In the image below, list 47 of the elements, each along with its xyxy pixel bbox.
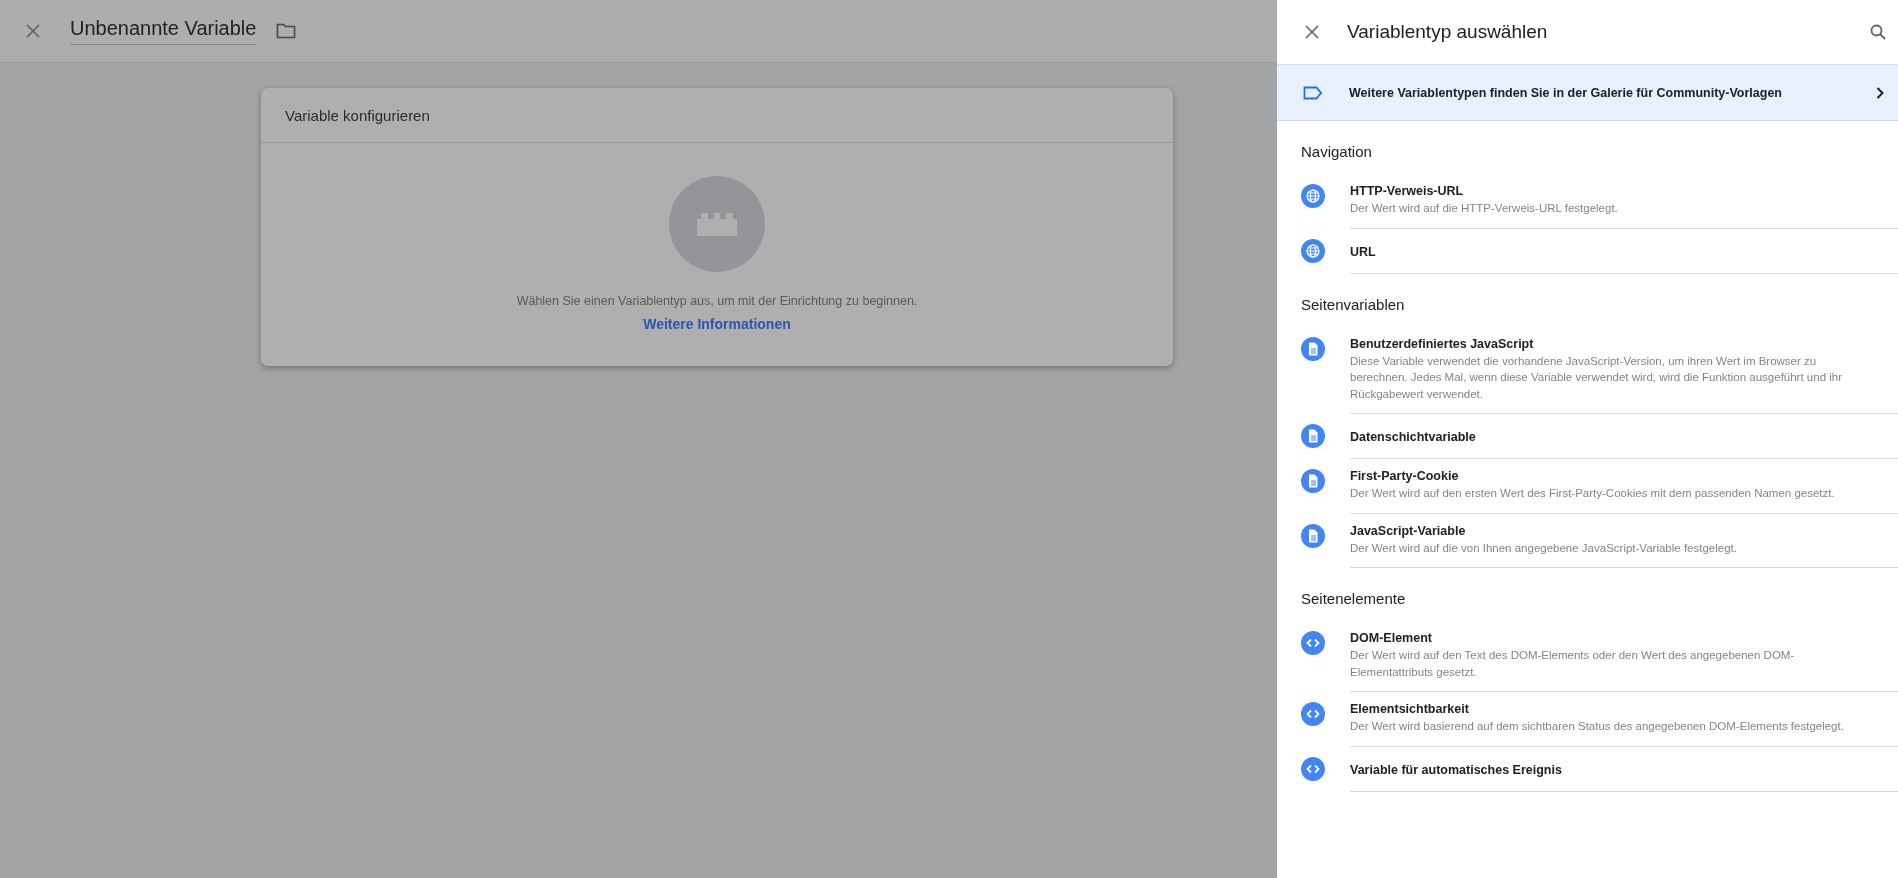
variable-type-item[interactable]: JavaScript-Variable Der Wert wird auf die von Ihnen angegebene JavaScript-Variable festgelegt. [1277,513,1898,568]
document-icon [1301,336,1325,361]
item-title: First-Party-Cookie [1350,468,1460,485]
variable-name-field[interactable]: Unbenannte Variable [70,17,257,45]
folder-icon [276,23,297,39]
variable-type-item[interactable]: HTTP-Verweis-URL Der Wert wird auf die HTTP-Verweis-URL festgelegt. [1277,174,1898,229]
code-brackets-icon [1301,702,1325,726]
section-heading: Seitenvariablen [1300,294,1406,315]
document-icon [1301,424,1325,448]
tag-icon [1303,85,1323,100]
close-icon [26,24,40,38]
panel-title: Variablentyp auswählen [1347,21,1549,43]
variable-type-item[interactable]: First-Party-Cookie Der Wert wird auf den ersten Wert des First-Party-Cookies mit dem passenden Namen gesetzt. [1277,459,1898,514]
item-title: HTTP-Verweis-URL [1350,183,1465,200]
item-title: DOM-Element [1350,630,1433,647]
search-icon [1870,24,1886,40]
variable-type-item[interactable]: Datenschichtvariable [1277,414,1898,459]
item-title: Datenschichtvariable [1350,429,1477,446]
item-title: JavaScript-Variable [1350,522,1467,540]
code-brackets-icon [1301,756,1325,781]
section-heading: Seitenelemente [1300,589,1407,609]
card-title: Variable konfigurieren [285,106,430,124]
close-icon [1305,25,1319,39]
item-description: Der Wert wird auf die HTTP-Verweis-URL festgelegt. [1350,201,1619,216]
code-brackets-icon [1301,631,1325,655]
item-description: Diese Variable verwendet die vorhandene JavaScript-Version, um ihren Wert im Browser zu berechnen. Jedes Mal, wenn diese Variable verwendet wird, wird die Funktion ausgeführt und ihr Rückgabewert verwendet. [1350,353,1843,402]
item-title: Variable für automatisches Ereignis [1350,761,1563,779]
banner-text: Weitere Variablentypen finden Sie in der Galerie für Community-Vorlagen [1349,85,1783,100]
item-title: Elementsichtbarkeit [1350,701,1470,718]
variable-type-item[interactable]: DOM-Element Der Wert wird auf den Text des DOM-Elements oder den Wert des angegebenen DOM-Elementattributs gesetzt. [1277,621,1898,692]
item-description: Der Wert wird auf die von Ihnen angegebene JavaScript-Variable festgelegt. [1350,540,1738,556]
item-description: Der Wert wird auf den Text des DOM-Elements oder den Wert des angegebenen DOM-Elementattributs gesetzt. [1350,648,1796,680]
item-title: URL [1350,243,1377,261]
chevron-right-icon [1876,86,1884,99]
item-title: Benutzerdefiniertes JavaScript [1350,335,1535,353]
variable-type-item[interactable]: Elementsichtbarkeit Der Wert wird basierend auf dem sichtbaren Status des angegebenen DOM-Elements festgelegt. [1277,692,1898,747]
item-description: Der Wert wird basierend auf dem sichtbaren Status des angegebenen DOM-Elements festgelegt. [1350,719,1845,734]
globe-icon [1301,184,1325,208]
variable-type-item[interactable]: Variable für automatisches Ereignis [1277,746,1898,792]
item-description: Der Wert wird auf den ersten Wert des First-Party-Cookies mit dem passenden Namen gesetzt. [1350,486,1836,501]
document-icon [1301,469,1325,493]
section-heading: Navigation [1300,142,1373,162]
community-gallery-banner[interactable]: Weitere Variablentypen finden Sie in der Galerie für Community-Vorlagen [1277,65,1898,121]
globe-icon [1301,238,1325,263]
empty-state-message: Wählen Sie einen Variablentyp aus, um mit der Einrichtung zu beginnen. [516,294,918,308]
document-icon [1301,523,1325,548]
variable-type-item[interactable]: URL [1277,228,1898,274]
